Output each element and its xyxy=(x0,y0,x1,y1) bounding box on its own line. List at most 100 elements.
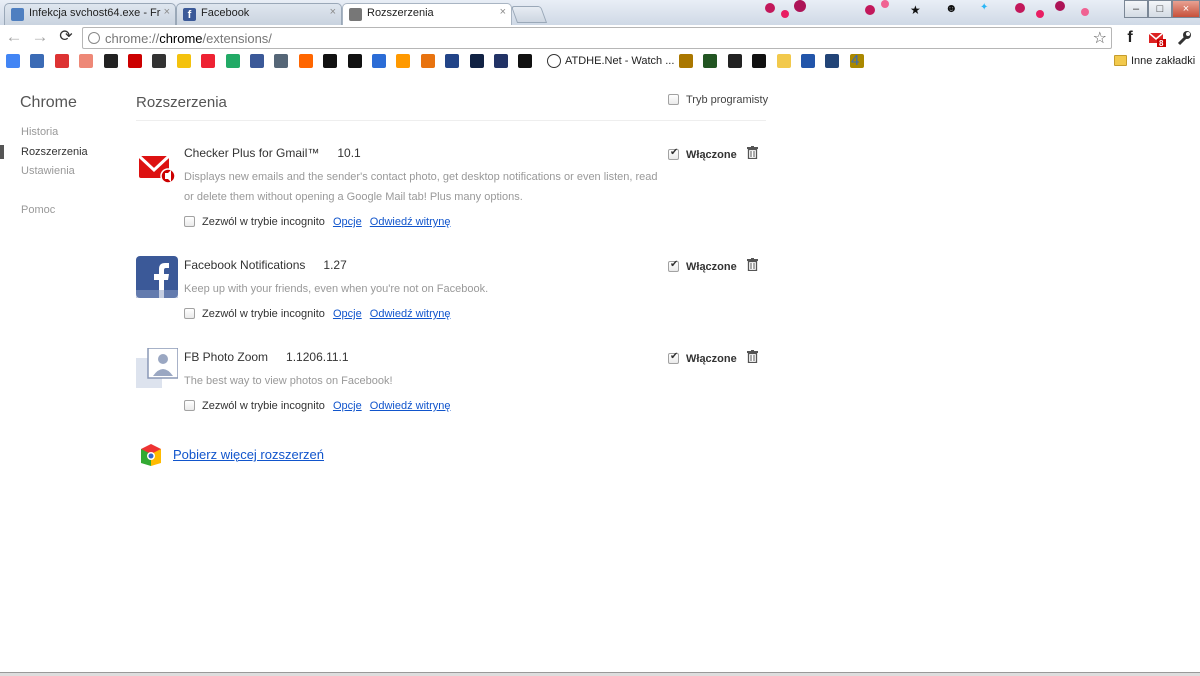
extension-fb-photo-zoom: FB Photo Zoom 1.1206.11.1 The best way to… xyxy=(136,348,766,440)
sidebar-item-historia[interactable]: Historia xyxy=(21,126,58,138)
minimize-button[interactable]: – xyxy=(1124,0,1148,18)
google-icon[interactable] xyxy=(6,54,20,68)
tab-label: Infekcja svchost64.exe - Fr xyxy=(29,7,161,19)
checker-plus-gmail-icon xyxy=(137,154,176,184)
url-text: chrome://chrome/extensions/ xyxy=(105,31,272,46)
incognito-checkbox[interactable] xyxy=(184,216,195,227)
db-icon[interactable] xyxy=(801,54,815,68)
svg-text:✦: ✦ xyxy=(980,2,988,13)
visit-website-link[interactable]: Odwiedź witrynę xyxy=(370,308,451,320)
screen-icon[interactable] xyxy=(494,54,508,68)
svg-text:☻: ☻ xyxy=(945,1,958,15)
tab-close-icon[interactable]: × xyxy=(500,6,506,18)
image-icon[interactable] xyxy=(225,54,240,68)
bookmark-star-icon[interactable]: ☆ xyxy=(1093,28,1107,48)
visit-website-link[interactable]: Odwiedź witrynę xyxy=(370,216,451,228)
get-more-extensions-link[interactable]: Pobierz więcej rozszerzeń xyxy=(173,447,324,462)
tab-facebook[interactable]: f Facebook × xyxy=(176,3,342,25)
developer-mode-label: Tryb programisty xyxy=(686,94,769,106)
sidebar-item-ustawienia[interactable]: Ustawienia xyxy=(21,165,75,177)
sidebar-title: Chrome xyxy=(20,94,77,111)
orange-icon[interactable] xyxy=(298,54,313,68)
tab-close-icon[interactable]: × xyxy=(330,6,336,18)
web-store-icon xyxy=(141,444,161,466)
bracket-icon[interactable] xyxy=(347,54,362,68)
extension-facebook-notifications: Facebook Notifications 1.27 Keep up with … xyxy=(136,256,766,348)
bookmark-four[interactable]: 4 xyxy=(851,52,859,69)
enabled-toggle[interactable]: Włączone xyxy=(668,351,737,365)
gmail-checker-icon[interactable]: 8 xyxy=(1148,29,1166,48)
other-bookmarks[interactable]: Inne zakładki xyxy=(1131,55,1195,67)
incognito-label: Zezwól w trybie incognito xyxy=(202,400,325,412)
wrench-menu-icon[interactable] xyxy=(1175,29,1193,47)
incognito-checkbox[interactable] xyxy=(184,308,195,319)
bar-icon[interactable] xyxy=(703,54,718,68)
extension-options: Zezwól w trybie incognito Opcje Odwiedź … xyxy=(184,400,450,412)
developer-mode-checkbox[interactable] xyxy=(668,94,679,105)
new-tab-button[interactable] xyxy=(510,6,548,23)
pill-icon[interactable] xyxy=(679,54,693,68)
developer-mode-toggle[interactable]: Tryb programisty xyxy=(668,94,768,106)
bottle-icon[interactable] xyxy=(445,54,460,68)
reload-button[interactable]: ⟳ xyxy=(56,27,76,47)
options-link[interactable]: Opcje xyxy=(333,216,362,228)
folder-icon[interactable] xyxy=(776,54,791,68)
shield-icon[interactable] xyxy=(54,54,69,68)
pzm-icon[interactable] xyxy=(274,54,289,68)
puzzle-icon[interactable] xyxy=(79,54,94,68)
enabled-checkbox[interactable] xyxy=(668,351,679,364)
w-icon[interactable] xyxy=(103,54,118,68)
youtube-icon[interactable] xyxy=(128,54,142,68)
facebook-extension-icon[interactable]: f xyxy=(1121,29,1139,47)
extension-version: 1.1206.11.1 xyxy=(286,350,349,364)
extension-options: Zezwól w trybie incognito Opcje Odwiedź … xyxy=(184,308,450,320)
address-bar[interactable]: chrome://chrome/extensions/ ☆ xyxy=(82,27,1112,49)
back-button[interactable]: ← xyxy=(4,27,24,47)
tab-close-icon[interactable]: × xyxy=(164,6,170,18)
flowers-decoration-icon: ★ ☻ ✦ xyxy=(765,0,1089,18)
ball-icon[interactable] xyxy=(152,54,167,68)
tab-rozszerzenia[interactable]: Rozszerzenia × xyxy=(342,3,512,25)
eye-icon[interactable] xyxy=(752,54,767,68)
enabled-toggle[interactable]: Włączone xyxy=(668,147,737,161)
forward-button[interactable]: → xyxy=(30,27,50,47)
options-link[interactable]: Opcje xyxy=(333,308,362,320)
facebook-icon[interactable] xyxy=(250,54,264,68)
extension-version: 10.1 xyxy=(337,146,361,160)
sidebar-item-rozszerzenia[interactable]: Rozszerzenia xyxy=(21,146,88,158)
page-title: Rozszerzenia xyxy=(136,94,227,111)
incognito-checkbox[interactable] xyxy=(184,400,195,411)
enabled-toggle[interactable]: Włączone xyxy=(668,259,737,273)
sun-icon[interactable] xyxy=(176,54,191,68)
bookmark-atdhe[interactable]: ATDHE.Net - Watch ... xyxy=(565,55,674,67)
t-icon[interactable] xyxy=(420,54,435,68)
trash-icon[interactable] xyxy=(747,258,758,271)
nk-icon[interactable] xyxy=(30,54,45,68)
trash-icon[interactable] xyxy=(747,350,758,363)
enabled-checkbox[interactable] xyxy=(668,147,679,160)
extension-name: Checker Plus for Gmail™ 10.1 xyxy=(184,146,361,160)
maximize-button[interactable]: □ xyxy=(1148,0,1172,18)
options-link[interactable]: Opcje xyxy=(333,400,362,412)
selected-marker xyxy=(0,145,4,159)
sidebar-item-pomoc[interactable]: Pomoc xyxy=(21,204,55,216)
enabled-label: Włączone xyxy=(686,353,737,365)
extension-description: Keep up with your friends, even when you… xyxy=(184,283,489,295)
visit-website-link[interactable]: Odwiedź witrynę xyxy=(370,400,451,412)
enabled-checkbox[interactable] xyxy=(668,259,679,272)
theme-decoration: ★ ☻ ✦ xyxy=(540,0,1120,25)
lips-icon[interactable] xyxy=(201,54,216,68)
d-icon[interactable] xyxy=(323,54,338,68)
h-icon[interactable] xyxy=(825,54,840,68)
trash-icon[interactable] xyxy=(747,146,758,159)
watch-icon[interactable] xyxy=(518,54,533,68)
tab-infekcja[interactable]: Infekcja svchost64.exe - Fr × xyxy=(4,3,176,25)
enabled-label: Włączone xyxy=(686,261,737,273)
b-icon[interactable] xyxy=(469,54,484,68)
atdhe-icon[interactable] xyxy=(547,54,561,68)
close-window-button[interactable]: × xyxy=(1172,0,1200,18)
fb-photo-zoom-icon xyxy=(136,348,178,388)
live-icon[interactable] xyxy=(372,54,386,68)
circle-icon[interactable] xyxy=(396,54,411,68)
film-icon[interactable] xyxy=(727,54,742,68)
